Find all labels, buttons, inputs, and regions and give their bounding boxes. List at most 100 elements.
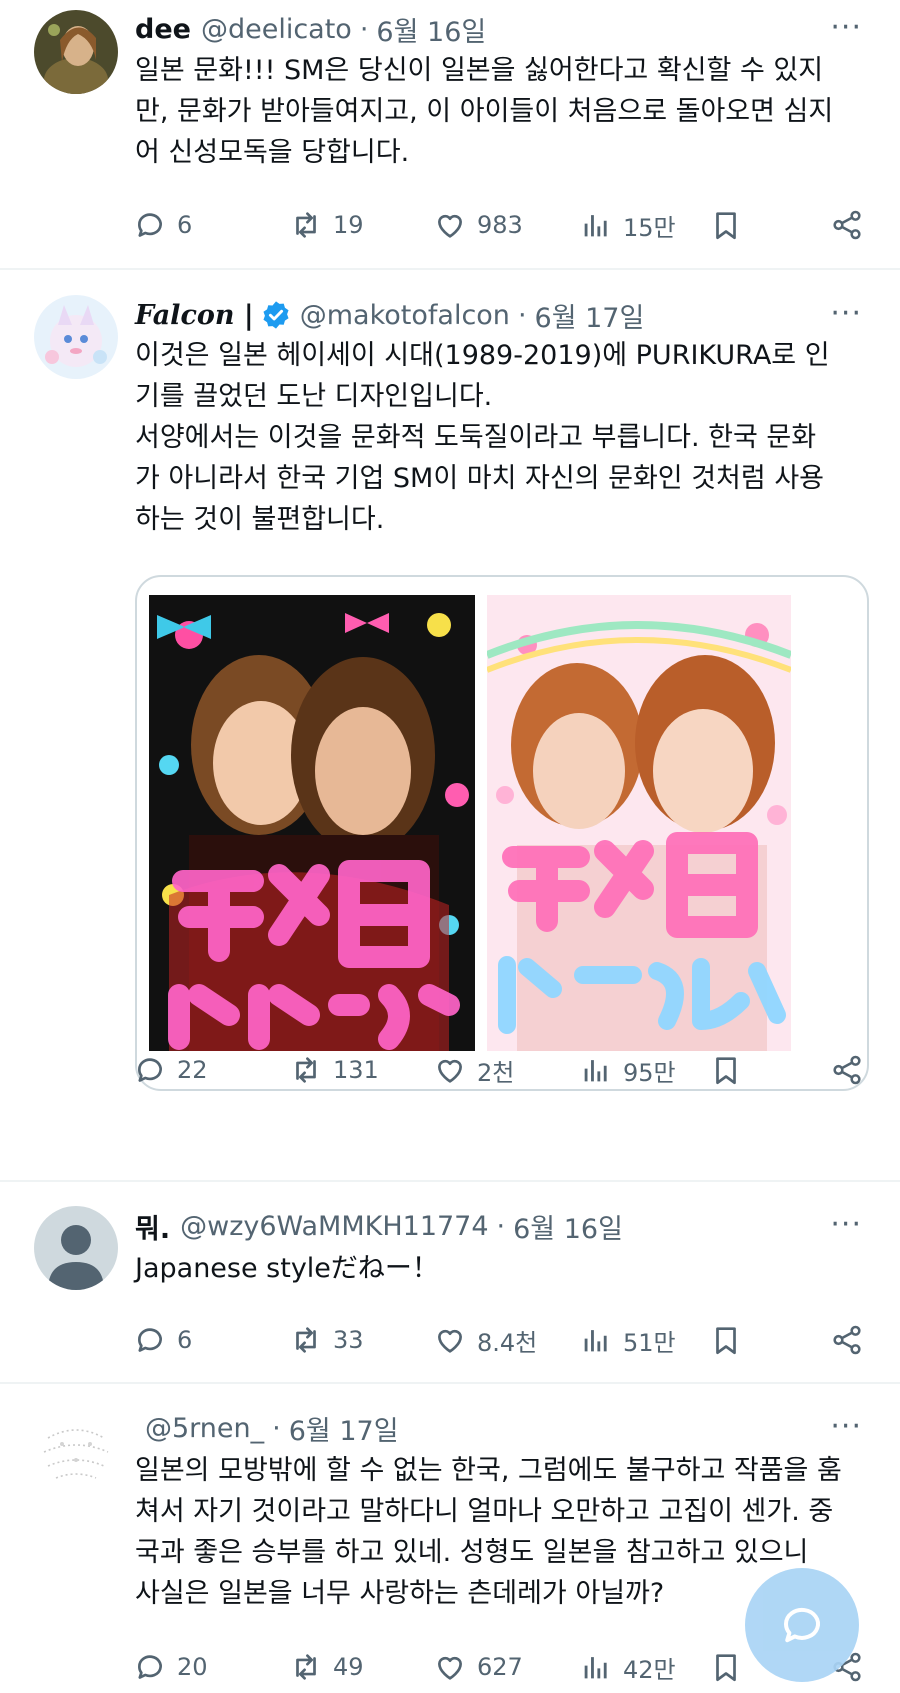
bar-chart-icon	[584, 1657, 607, 1679]
separator: ·	[517, 299, 527, 331]
bar-chart-icon	[584, 1330, 607, 1352]
tweet-text-line: 국과 좋은 승부를 하고 있네. 성형도 일본을 참고하고 있으니	[135, 1537, 809, 1568]
tweet-text: Japanese styleだねー！	[135, 1248, 875, 1289]
repost-arrows-icon	[296, 1057, 316, 1083]
views-button[interactable]: 95만	[579, 1050, 676, 1090]
new-message-icon	[783, 1607, 820, 1643]
share-button[interactable]	[830, 205, 864, 245]
tweet-text-line: Japanese styleだねー！	[135, 1253, 439, 1284]
display-name[interactable]: dee	[135, 14, 191, 45]
tweet-text-line: 쳐서 자기 것이라고 말하다니 얼마나 오만하고 고집이 센가. 중	[135, 1496, 834, 1527]
reply-button[interactable]: 22	[133, 1050, 208, 1090]
reply-count: 22	[177, 1056, 208, 1084]
reply-button[interactable]: 6	[133, 1320, 192, 1360]
views-count: 95만	[623, 1058, 676, 1087]
repost-button[interactable]: 19	[289, 205, 364, 245]
tweet-text-line: 일본의 모방밖에 할 수 없는 한국, 그럼에도 불구하고 작품을 훔	[135, 1455, 842, 1486]
new-message-button[interactable]	[745, 1568, 859, 1682]
purikura-photo-left[interactable]	[149, 595, 475, 1051]
share-nodes-icon	[833, 1325, 861, 1355]
tweet-text: 이것은 일본 헤이세이 시대(1989-2019)에 PURIKURA로 인 기…	[135, 335, 875, 540]
separator: ·	[359, 13, 369, 45]
heart-icon	[438, 1656, 462, 1680]
repost-count: 33	[333, 1326, 364, 1354]
bookmark-button[interactable]	[709, 1050, 743, 1090]
tweet-2[interactable]: Falcon | @makotofalcon · 6월 17일 ··· 이것은 …	[0, 270, 900, 1180]
more-options-button[interactable]: ···	[830, 1412, 862, 1442]
more-options-button[interactable]: ···	[830, 13, 862, 43]
more-options-button[interactable]: ···	[830, 299, 862, 329]
bookmark-icon	[716, 212, 736, 240]
display-name[interactable]: Falcon |	[135, 300, 254, 331]
like-count: 627	[477, 1653, 523, 1681]
repost-arrows-icon	[296, 1327, 316, 1353]
like-button[interactable]: 983	[433, 205, 523, 245]
tweet-text: 일본 문화!!! SM은 당신이 일본을 싫어한다고 확신할 수 있지 만, 문…	[135, 50, 875, 173]
speech-bubble-icon	[138, 1328, 162, 1352]
tweet-1[interactable]: dee @deelicato · 6월 16일 ··· 일본 문화!!! SM은…	[0, 0, 900, 270]
tweet-header: 뭐. @wzy6WaMMKH11774 · 6월 16일	[135, 1207, 623, 1246]
handle[interactable]: @deelicato	[201, 14, 352, 45]
avatar[interactable]	[34, 1206, 118, 1290]
repost-button[interactable]: 49	[289, 1647, 364, 1687]
like-button[interactable]: 8.4천	[433, 1320, 537, 1360]
tweet-text-line: 일본 문화!!! SM은 당신이 일본을 싫어한다고 확신할 수 있지	[135, 55, 824, 86]
tweet-text-line: 만, 문화가 받아들여지고, 이 아이들이 처음으로 돌아오면 심지	[135, 96, 834, 127]
reply-button[interactable]: 20	[133, 1647, 208, 1687]
share-button[interactable]	[830, 1050, 864, 1090]
share-nodes-icon	[833, 210, 861, 240]
tweet-text-line: 서양에서는 이것을 문화적 도둑질이라고 부릅니다. 한국 문화	[135, 422, 817, 453]
views-count: 15만	[623, 213, 676, 242]
like-button[interactable]: 627	[433, 1647, 523, 1687]
tweet-text-line: 기를 끌었던 도난 디자인입니다.	[135, 381, 493, 412]
separator: ·	[272, 1412, 281, 1444]
reply-count: 6	[177, 1326, 193, 1354]
heart-icon	[438, 1329, 462, 1353]
repost-count: 49	[333, 1653, 364, 1681]
heart-icon	[438, 1059, 462, 1083]
reply-count: 6	[177, 211, 193, 239]
display-name[interactable]: 뭐.	[135, 1207, 170, 1246]
share-button[interactable]	[830, 1320, 864, 1360]
views-button[interactable]: 15만	[579, 205, 676, 245]
like-button[interactable]: 2천	[433, 1050, 514, 1090]
avatar[interactable]	[34, 1408, 118, 1492]
repost-button[interactable]: 33	[289, 1320, 364, 1360]
purikura-photo-right[interactable]	[487, 595, 791, 1051]
avatar[interactable]	[34, 10, 118, 94]
timestamp[interactable]: 6월 16일	[513, 1207, 623, 1246]
handle[interactable]: @5rnen_	[145, 1413, 264, 1444]
tweet-text-line: 어 신성모독을 당합니다.	[135, 137, 410, 168]
timestamp[interactable]: 6월 17일	[535, 296, 645, 335]
share-nodes-icon	[833, 1055, 861, 1085]
views-button[interactable]: 51만	[579, 1320, 676, 1360]
media-card[interactable]	[135, 575, 869, 1091]
handle[interactable]: @wzy6WaMMKH11774	[180, 1211, 488, 1242]
speech-bubble-icon	[138, 213, 162, 237]
bookmark-button[interactable]	[709, 205, 743, 245]
bookmark-button[interactable]	[709, 1320, 743, 1360]
avatar[interactable]	[34, 295, 118, 379]
separator: ·	[496, 1210, 506, 1242]
more-options-button[interactable]: ···	[830, 1210, 862, 1240]
tweet-header: @5rnen_ · 6월 17일	[135, 1409, 399, 1448]
timestamp[interactable]: 6월 16일	[376, 10, 486, 49]
tweet-text-line: 하는 것이 불편합니다.	[135, 504, 385, 535]
tweet-3[interactable]: 뭐. @wzy6WaMMKH11774 · 6월 16일 ··· Japanes…	[0, 1182, 900, 1382]
tweet-text-line: 가 아니라서 한국 기업 SM이 마치 자신의 문화인 것처럼 사용	[135, 463, 824, 494]
like-count: 8.4천	[477, 1328, 538, 1357]
views-count: 51만	[623, 1328, 676, 1357]
repost-button[interactable]: 131	[289, 1050, 379, 1090]
bookmark-button[interactable]	[709, 1647, 743, 1687]
timestamp[interactable]: 6월 17일	[289, 1409, 399, 1448]
repost-count: 19	[333, 211, 364, 239]
speech-bubble-icon	[138, 1058, 162, 1082]
reply-button[interactable]: 6	[133, 205, 192, 245]
bar-chart-icon	[584, 215, 607, 237]
bookmark-icon	[716, 1327, 736, 1355]
tweet-text-line: 이것은 일본 헤이세이 시대(1989-2019)에 PURIKURA로 인	[135, 340, 830, 371]
handle[interactable]: @makotofalcon	[300, 300, 510, 331]
views-button[interactable]: 42만	[579, 1647, 676, 1687]
tweet-actions: 22 131 2천 95만	[133, 1050, 873, 1090]
bar-chart-icon	[584, 1060, 607, 1082]
